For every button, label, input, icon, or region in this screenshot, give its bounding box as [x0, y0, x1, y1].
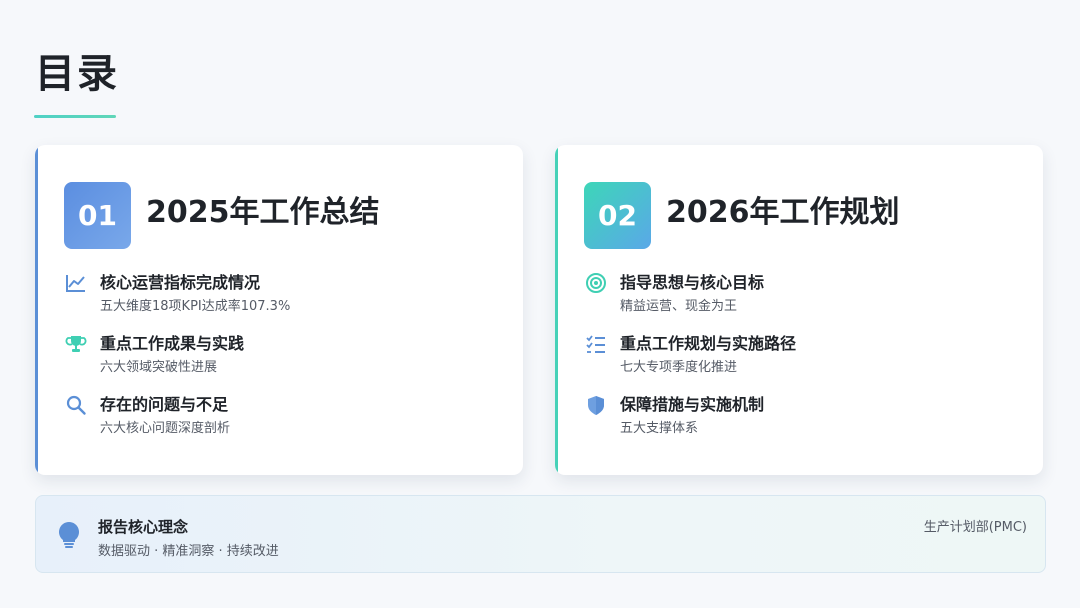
card-accent-bar — [35, 145, 38, 475]
department-label: 生产计划部(PMC) — [923, 520, 1027, 535]
item-title: 指导思想与核心目标 — [620, 273, 765, 292]
search-icon — [65, 394, 87, 416]
item-subtitle: 六大领域突破性进展 — [100, 360, 218, 375]
item-subtitle: 精益运营、现金为王 — [620, 299, 738, 314]
item-subtitle: 五大支撑体系 — [620, 421, 699, 436]
item-subtitle: 七大专项季度化推进 — [620, 360, 738, 375]
item-title: 重点工作规划与实施路径 — [620, 334, 797, 353]
checklist-icon — [585, 333, 607, 355]
item-title: 重点工作成果与实践 — [100, 334, 245, 353]
item-title: 存在的问题与不足 — [100, 395, 229, 414]
section-title: 2026年工作规划 — [666, 195, 900, 230]
item-title: 核心运营指标完成情况 — [100, 273, 261, 292]
item-title: 保障措施与实施机制 — [620, 395, 765, 414]
section-number-badge: 02 — [584, 182, 651, 249]
card-accent-bar — [555, 145, 558, 475]
target-icon — [585, 272, 607, 294]
item-subtitle: 六大核心问题深度剖析 — [100, 421, 231, 436]
line-chart-icon — [65, 272, 87, 294]
banner-subtitle: 数据驱动 · 精准洞察 · 持续改进 — [98, 544, 279, 559]
shield-icon — [585, 394, 607, 416]
title-underline — [34, 115, 116, 118]
trophy-icon — [65, 333, 87, 355]
lightbulb-icon — [56, 520, 82, 550]
item-subtitle: 五大维度18项KPI达成率107.3% — [100, 299, 291, 314]
section-number-badge: 01 — [64, 182, 131, 249]
core-concept-banner: 报告核心理念 数据驱动 · 精准洞察 · 持续改进 生产计划部(PMC) — [35, 495, 1046, 573]
section-card-plan[interactable]: 02 2026年工作规划 指导思想与核心目标 精益运营、现金为王 重点工作规划与… — [555, 145, 1043, 475]
banner-title: 报告核心理念 — [98, 518, 189, 536]
page-title: 目录 — [35, 51, 119, 97]
section-card-summary[interactable]: 01 2025年工作总结 核心运营指标完成情况 五大维度18项KPI达成率107… — [35, 145, 523, 475]
section-title: 2025年工作总结 — [146, 195, 380, 230]
